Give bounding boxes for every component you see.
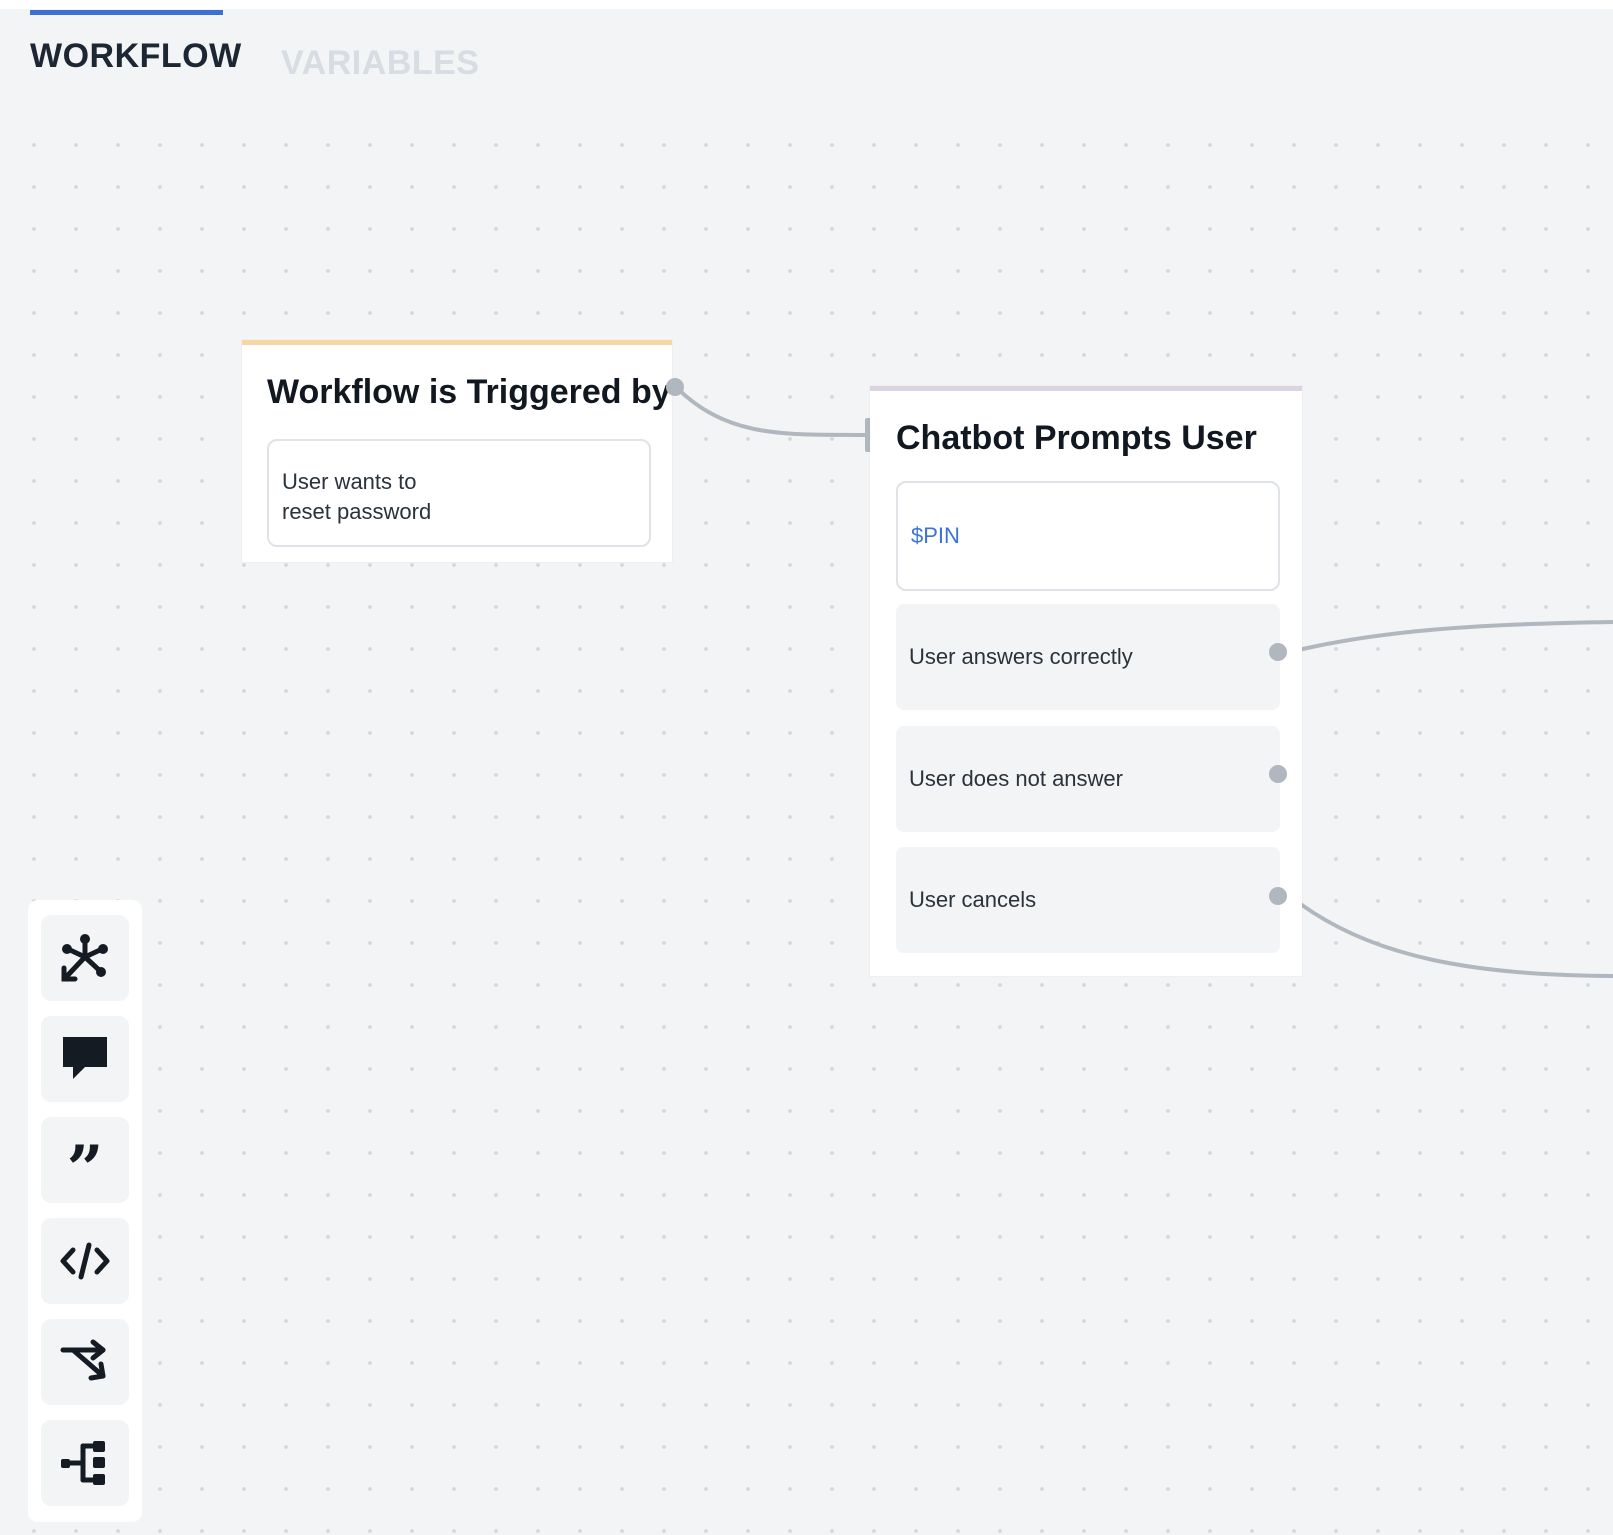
prompt-variable-field[interactable]: $PIN [896,481,1280,591]
tab-variables[interactable]: VARIABLES [281,10,479,103]
chat-bubble-icon [63,1037,107,1079]
subflow-icon [61,1441,105,1485]
trigger-node[interactable]: Workflow is Triggered by User wants to r… [242,340,672,562]
add-branch-tool[interactable] [41,1319,129,1405]
code-icon [60,1242,110,1280]
top-bar [0,0,1613,9]
workflow-editor: WORKFLOW VARIABLES Workflow is Triggered… [0,0,1613,1535]
node-toolbar: ” [28,900,142,1522]
add-message-tool[interactable] [41,1016,129,1102]
add-subflow-tool[interactable] [41,1420,129,1506]
tab-workflow[interactable]: WORKFLOW [30,10,241,90]
prompt-node[interactable]: Chatbot Prompts User $PIN User answers c… [870,386,1302,976]
trigger-icon [61,934,108,982]
trigger-field[interactable]: User wants to reset password [267,439,651,547]
branch-icon [60,1339,106,1381]
prompt-node-title: Chatbot Prompts User [896,419,1257,457]
add-quote-tool[interactable]: ” [41,1117,129,1203]
trigger-text-line-2: reset password [282,499,432,524]
trigger-text-line-1: User wants to [282,469,417,494]
add-code-tool[interactable] [41,1218,129,1304]
quote-icon: ” [66,1132,104,1207]
trigger-node-title: Workflow is Triggered by [267,373,671,411]
add-trigger-tool[interactable] [41,915,129,1001]
option-answers-correctly[interactable]: User answers correctly [896,604,1280,710]
answers-correctly-port[interactable] [1269,643,1287,661]
option-user-cancels[interactable]: User cancels [896,847,1280,953]
option-does-not-answer[interactable]: User does not answer [896,726,1280,832]
trigger-output-port[interactable] [666,378,684,396]
does-not-answer-port[interactable] [1269,765,1287,783]
workflow-canvas[interactable] [0,110,1613,1535]
user-cancels-port[interactable] [1269,887,1287,905]
